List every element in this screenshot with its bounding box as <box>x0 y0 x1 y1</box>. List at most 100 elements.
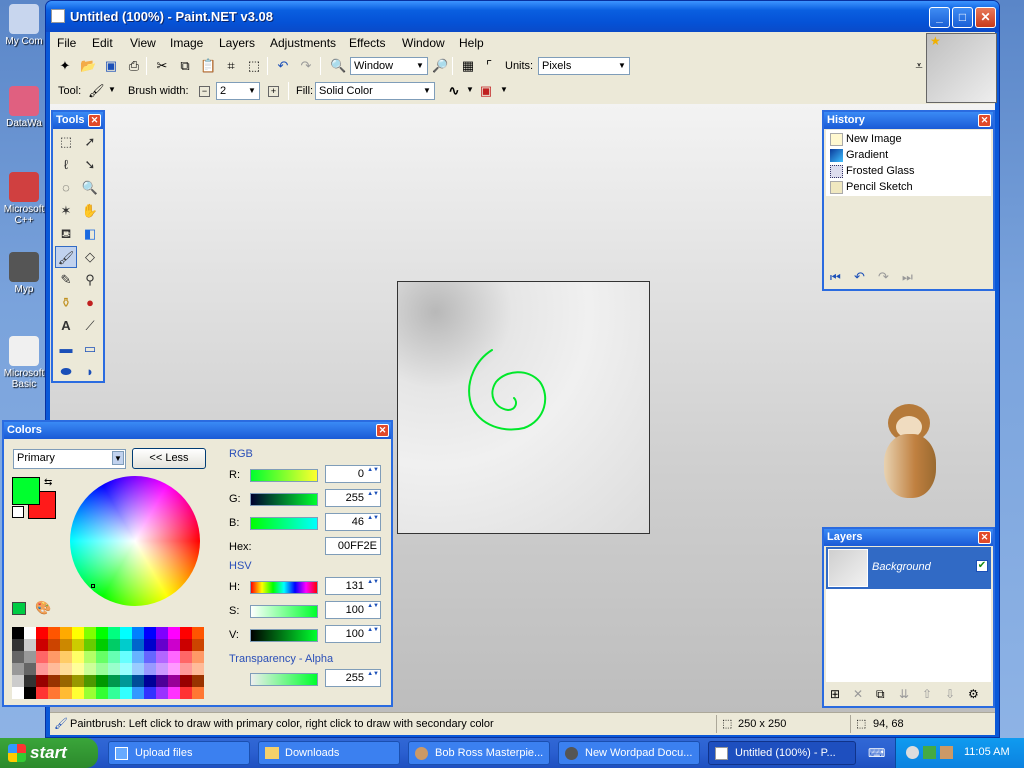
paintbrush-icon[interactable]: 🖌 <box>88 83 105 99</box>
desktop-icon-microsoft-basic[interactable]: Microsoft Basic <box>0 336 48 390</box>
palette-swatch[interactable] <box>84 675 96 687</box>
chevron-down-icon[interactable]: ▼ <box>108 85 116 94</box>
b-input[interactable]: 46 <box>325 513 381 531</box>
v-slider[interactable] <box>250 629 318 642</box>
palette-swatch[interactable] <box>24 675 36 687</box>
palette-swatch[interactable] <box>60 663 72 675</box>
image-tab-thumbnail[interactable]: ★ <box>926 33 997 103</box>
zoom-in-icon[interactable]: 🔎 <box>432 58 448 74</box>
chevron-down-icon[interactable]: ▼ <box>466 85 474 94</box>
close-icon[interactable]: ✕ <box>88 114 101 127</box>
chevron-down-icon[interactable]: ▼ <box>500 85 508 94</box>
decrease-brush-button[interactable]: − <box>199 86 210 97</box>
menu-image[interactable]: Image <box>170 36 203 50</box>
minimize-button[interactable]: _ <box>929 7 950 28</box>
close-icon[interactable]: ✕ <box>978 114 991 127</box>
palette-swatch[interactable] <box>24 687 36 699</box>
palette-swatch[interactable] <box>180 663 192 675</box>
palette-swatch[interactable] <box>180 687 192 699</box>
fast-forward-icon[interactable]: ⏭ <box>902 270 913 285</box>
image-canvas[interactable] <box>397 281 650 534</box>
start-button[interactable]: start <box>0 738 98 768</box>
paintbrush-tool[interactable]: 🖌 <box>55 246 77 268</box>
toolbar-overflow-icon[interactable]: ⩡ <box>911 58 927 74</box>
palette-swatch[interactable] <box>192 639 204 651</box>
palette-swatch[interactable] <box>192 663 204 675</box>
g-slider[interactable] <box>250 493 318 506</box>
palette-swatch[interactable] <box>84 651 96 663</box>
palette-swatch[interactable] <box>24 663 36 675</box>
paste-icon[interactable]: 📋 <box>200 58 216 74</box>
palette-swatch[interactable] <box>168 651 180 663</box>
paint-bucket-tool[interactable]: ⛾ <box>55 223 77 245</box>
palette-swatch[interactable] <box>12 639 24 651</box>
fill-combo[interactable]: Solid Color ▼ <box>315 82 435 100</box>
palette-swatch[interactable] <box>48 663 60 675</box>
palette-swatch[interactable] <box>96 639 108 651</box>
recolor-tool[interactable]: ● <box>79 292 101 314</box>
redo-icon[interactable]: ↷ <box>298 58 314 74</box>
palette-swatch[interactable] <box>180 675 192 687</box>
primary-color-swatch[interactable] <box>12 477 40 505</box>
palette-swatch[interactable] <box>132 639 144 651</box>
palette-swatch[interactable] <box>36 651 48 663</box>
less-button[interactable]: << Less <box>132 448 206 469</box>
eraser-tool[interactable]: ◇ <box>79 246 101 268</box>
color-target-select[interactable]: Primary ▼ <box>13 449 126 469</box>
palette-swatch[interactable] <box>132 687 144 699</box>
close-button[interactable]: ✕ <box>975 7 996 28</box>
palette-swatch[interactable] <box>36 663 48 675</box>
color-palette[interactable] <box>12 627 205 700</box>
hamster-tray-icon[interactable] <box>940 746 953 759</box>
palette-swatch[interactable] <box>72 663 84 675</box>
rulers-icon[interactable]: ⌜ <box>481 58 497 74</box>
palette-swatch[interactable] <box>120 675 132 687</box>
title-bar[interactable]: Untitled (100%) - Paint.NET v3.08 _ □ ✕ <box>46 1 999 32</box>
duplicate-layer-icon[interactable]: ⧉ <box>876 687 885 702</box>
palette-swatch[interactable] <box>192 651 204 663</box>
palette-swatch[interactable] <box>72 675 84 687</box>
palette-swatch[interactable] <box>60 639 72 651</box>
tools-panel-title[interactable]: Tools ✕ <box>53 112 103 129</box>
layer-row-background[interactable]: Background ✔ <box>826 547 991 589</box>
history-panel-title[interactable]: History ✕ <box>824 112 993 129</box>
pencil-tool[interactable]: ✎ <box>55 269 77 291</box>
alpha-input[interactable]: 255 <box>325 669 381 687</box>
task-wordpad[interactable]: New Wordpad Docu... <box>558 741 700 765</box>
palette-swatch[interactable] <box>108 627 120 639</box>
palette-swatch[interactable] <box>12 675 24 687</box>
palette-swatch[interactable] <box>96 663 108 675</box>
task-upload-files[interactable]: Upload files <box>108 741 250 765</box>
new-icon[interactable]: ✦ <box>57 58 73 74</box>
pan-tool[interactable]: ✋ <box>79 200 101 222</box>
task-bob-ross[interactable]: Bob Ross Masterpie... <box>408 741 550 765</box>
palette-swatch[interactable] <box>120 639 132 651</box>
save-icon[interactable]: ▣ <box>103 58 119 74</box>
b-slider[interactable] <box>250 517 318 530</box>
palette-swatch[interactable] <box>72 639 84 651</box>
reset-colors-icon[interactable] <box>12 506 24 518</box>
palette-swatch[interactable] <box>156 627 168 639</box>
add-to-palette-icon[interactable] <box>12 602 26 615</box>
ellipse-tool[interactable]: ⬬ <box>55 361 77 383</box>
layer-visibility-checkbox[interactable]: ✔ <box>976 560 988 572</box>
g-input[interactable]: 255 <box>325 489 381 507</box>
close-icon[interactable]: ✕ <box>978 531 991 544</box>
close-icon[interactable]: ✕ <box>376 424 389 437</box>
palette-swatch[interactable] <box>132 651 144 663</box>
merge-layer-icon[interactable]: ⇊ <box>899 687 909 701</box>
palette-swatch[interactable] <box>48 687 60 699</box>
palette-swatch[interactable] <box>12 687 24 699</box>
palette-swatch[interactable] <box>96 651 108 663</box>
palette-swatch[interactable] <box>120 651 132 663</box>
palette-swatch[interactable] <box>192 675 204 687</box>
r-input[interactable]: 0 <box>325 465 381 483</box>
s-input[interactable]: 100 <box>325 601 381 619</box>
palette-swatch[interactable] <box>132 663 144 675</box>
task-paintnet[interactable]: Untitled (100%) - P... <box>708 741 856 765</box>
palette-swatch[interactable] <box>48 639 60 651</box>
open-icon[interactable]: 📂 <box>80 58 96 74</box>
layer-properties-icon[interactable]: ⚙ <box>968 687 979 701</box>
crop-icon[interactable]: ⌗ <box>223 58 239 74</box>
palette-swatch[interactable] <box>12 627 24 639</box>
